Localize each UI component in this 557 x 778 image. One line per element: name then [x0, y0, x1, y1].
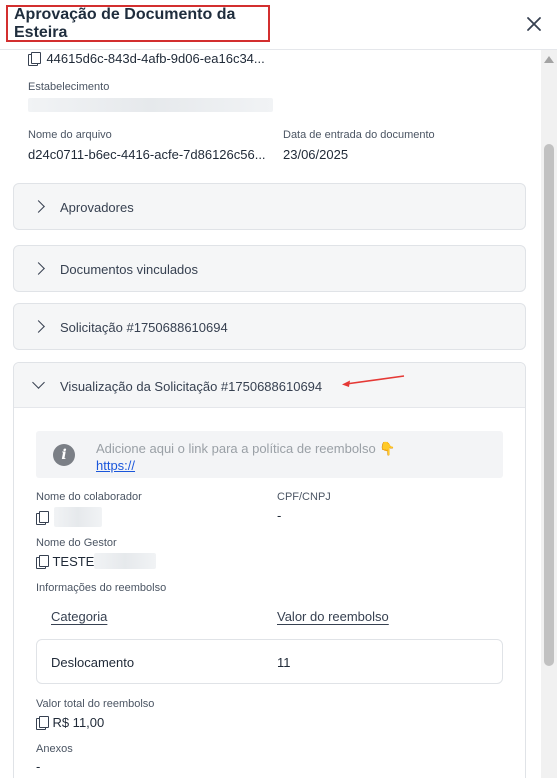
entry-date-label: Data de entrada do documento	[283, 129, 435, 141]
document-id-row: 44615d6c-843d-4afb-9d06-ea16c34...	[28, 50, 265, 68]
row-amount: 11	[277, 655, 291, 670]
total-label: Valor total do reembolso	[36, 698, 155, 710]
copy-icon[interactable]	[28, 51, 41, 66]
collaborator-value-redacted	[54, 507, 102, 527]
establishment-label: Estabelecimento	[28, 81, 110, 93]
manager-value: TESTE	[52, 554, 95, 569]
collaborator-label: Nome do colaborador	[36, 491, 142, 503]
copy-icon[interactable]	[36, 510, 49, 525]
close-icon[interactable]	[523, 13, 545, 35]
manager-label: Nome do Gestor	[36, 537, 117, 549]
copy-icon[interactable]	[36, 554, 49, 569]
arrow-annotation-icon	[342, 375, 405, 387]
scrollbar[interactable]	[541, 50, 557, 778]
reimbursement-info-label: Informações do reembolso	[36, 582, 167, 594]
policy-link[interactable]: https://	[96, 458, 135, 473]
chevron-right-icon	[32, 320, 45, 333]
row-category: Deslocamento	[51, 655, 135, 670]
total-value: R$ 11,00	[52, 715, 105, 730]
column-header-category[interactable]: Categoria	[51, 609, 107, 624]
copy-icon[interactable]	[36, 715, 49, 730]
table-row: Deslocamento 11	[36, 639, 503, 684]
total-row: R$ 11,00	[36, 714, 104, 732]
file-name-label: Nome do arquivo	[28, 129, 112, 141]
entry-date-value: 23/06/2025	[283, 147, 349, 162]
accordion-approvers-label: Aprovadores	[60, 200, 134, 215]
attachments-label: Anexos	[36, 743, 73, 755]
column-header-amount[interactable]: Valor do reembolso	[277, 609, 389, 624]
chevron-down-icon	[32, 376, 45, 389]
title-highlight-box: Aprovação de Documento da Esteira	[6, 5, 270, 42]
info-icon: i	[53, 444, 75, 466]
attachments-value: -	[36, 759, 41, 774]
accordion-linked-documents-label: Documentos vinculados	[60, 262, 199, 277]
manager-surname-redacted	[94, 553, 156, 569]
cpf-label: CPF/CNPJ	[277, 491, 331, 503]
accordion-linked-documents[interactable]: Documentos vinculados	[13, 245, 526, 292]
info-text: Adicione aqui o link para a política de …	[96, 441, 396, 456]
reimbursement-policy-info: i Adicione aqui o link para a política d…	[36, 431, 503, 478]
dialog-header: Aprovação de Documento da Esteira	[0, 0, 557, 50]
accordion-request-view-header[interactable]: Visualização da Solicitação #17506886106…	[14, 363, 525, 408]
manager-row: TESTE	[36, 553, 94, 571]
accordion-request-label: Solicitação #1750688610694	[60, 320, 228, 335]
accordion-request[interactable]: Solicitação #1750688610694	[13, 303, 526, 350]
file-name-value: d24c0711-b6ec-4416-acfe-7d86126c56...	[28, 147, 266, 162]
collaborator-row	[36, 509, 49, 527]
dialog-title: Aprovação de Documento da Esteira	[14, 5, 236, 41]
scroll-up-icon[interactable]	[544, 56, 554, 63]
document-id: 44615d6c-843d-4afb-9d06-ea16c34...	[46, 51, 265, 66]
accordion-request-view-label: Visualização da Solicitação #17506886106…	[60, 379, 323, 394]
chevron-right-icon	[32, 200, 45, 213]
dialog-content: 44615d6c-843d-4afb-9d06-ea16c34... Estab…	[0, 50, 541, 778]
chevron-right-icon	[32, 262, 45, 275]
establishment-value-redacted	[28, 98, 273, 112]
cpf-value: -	[277, 508, 282, 523]
accordion-approvers[interactable]: Aprovadores	[13, 183, 526, 230]
scrollbar-thumb[interactable]	[544, 144, 554, 666]
